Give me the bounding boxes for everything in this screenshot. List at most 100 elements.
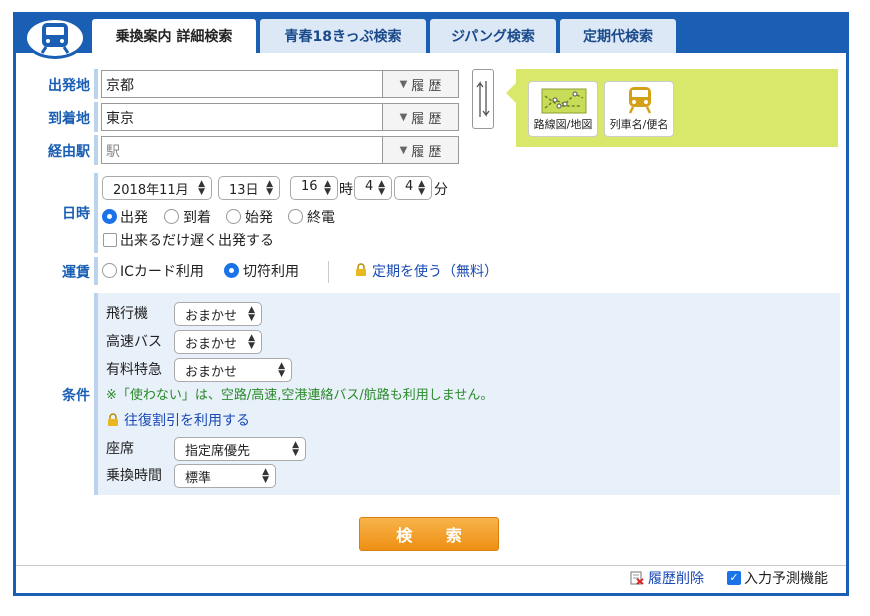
arrival-label: 到着 (183, 210, 211, 226)
ticket-radio[interactable] (224, 263, 239, 278)
late-departure-checkbox[interactable] (103, 233, 117, 247)
dropdown-triangle-icon: ▼ (399, 144, 408, 156)
via-label: 経由駅 (48, 144, 90, 160)
departure-radio[interactable] (102, 209, 117, 224)
minute-unit: 分 (434, 182, 448, 198)
to-station-input[interactable]: 東京 (101, 103, 383, 131)
history-label: 履 歴 (411, 111, 442, 127)
select-arrows-icon: ▲ ▼ (266, 179, 273, 197)
transfer-time-value: 標準 (185, 471, 212, 486)
datetime-label: 日時 (62, 206, 90, 222)
tab-seishun18-search[interactable]: 青春18きっぷ検索 (260, 19, 426, 53)
minute-ones-select[interactable]: 4 ▲ ▼ (394, 176, 432, 200)
to-bar (94, 102, 98, 132)
seat-value: 指定席優先 (185, 444, 251, 459)
first-train-radio[interactable] (226, 209, 241, 224)
limited-express-value: おまかせ (185, 365, 238, 380)
swap-arrows-icon (476, 81, 490, 117)
minute-ones-value: 4 (405, 179, 414, 194)
history-label: 履 歴 (411, 78, 442, 94)
conditions-label: 条件 (62, 388, 90, 404)
to-label: 到着地 (48, 111, 90, 127)
hour-select[interactable]: 16 ▲ ▼ (290, 176, 338, 200)
select-arrows-icon: ▲ ▼ (278, 361, 285, 379)
to-history-button[interactable]: ▼ 履 歴 (383, 103, 459, 131)
via-station-input[interactable]: 駅 (101, 136, 383, 164)
from-label: 出発地 (48, 78, 90, 94)
train-icon (628, 87, 652, 114)
swap-stations-button[interactable] (472, 69, 494, 129)
day-select[interactable]: 13日 ▲ ▼ (218, 176, 280, 200)
delete-history-icon (630, 571, 644, 585)
fare-separator (328, 261, 329, 283)
tab-bar: 乗換案内 詳細検索 青春18きっぷ検索 ジパング検索 定期代検索 (16, 15, 846, 59)
dropdown-triangle-icon: ▼ (399, 111, 408, 123)
airplane-value: おまかせ (185, 309, 238, 324)
route-map-button[interactable]: 路線図/地図 (528, 81, 598, 137)
hour-value: 16 (301, 179, 318, 194)
highway-bus-value: おまかせ (185, 337, 238, 352)
select-arrows-icon: ▲ ▼ (378, 179, 385, 197)
search-panel: 乗換案内 詳細検索 青春18きっぷ検索 ジパング検索 定期代検索 出発地 京都 … (13, 12, 849, 596)
limited-express-select[interactable]: おまかせ ▲ ▼ (174, 358, 292, 382)
highway-bus-select[interactable]: おまかせ ▲ ▼ (174, 330, 262, 354)
dropdown-triangle-icon: ▼ (399, 78, 408, 90)
day-value: 13日 (229, 183, 259, 198)
roundtrip-discount-link[interactable]: 往復割引を利用する (124, 410, 250, 430)
predictive-input-checkbox[interactable]: ✓ (727, 571, 741, 585)
last-train-radio[interactable] (288, 209, 303, 224)
limited-express-label: 有料特急 (106, 362, 162, 378)
select-arrows-icon: ▲ ▼ (418, 179, 425, 197)
year-month-select[interactable]: 2018年11月 ▲ ▼ (102, 176, 212, 200)
from-bar (94, 69, 98, 99)
airplane-label: 飛行機 (106, 306, 148, 322)
departure-label: 出発 (120, 210, 148, 226)
train-name-button[interactable]: 列車名/便名 (604, 81, 674, 137)
conditions-bar (94, 293, 98, 495)
select-arrows-icon: ▲ ▼ (324, 179, 331, 197)
train-logo-icon (24, 17, 86, 59)
select-arrows-icon: ▲ ▼ (262, 467, 269, 485)
usage-notice: ※「使わない」は、空路/高速,空港連絡バス/航路も利用しません。 (106, 388, 494, 403)
from-station-input[interactable]: 京都 (101, 70, 383, 98)
from-history-button[interactable]: ▼ 履 歴 (383, 70, 459, 98)
late-departure-label: 出来るだけ遅く出発する (120, 233, 274, 249)
fare-bar (94, 257, 98, 285)
last-train-label: 終電 (307, 210, 335, 226)
transfer-time-select[interactable]: 標準 ▲ ▼ (174, 464, 276, 488)
via-history-button[interactable]: ▼ 履 歴 (383, 136, 459, 164)
ic-card-label: ICカード利用 (120, 264, 204, 280)
hour-unit: 時 (339, 182, 353, 198)
tab-commuter-pass-search[interactable]: 定期代検索 (560, 19, 676, 53)
fare-label: 運賃 (62, 265, 90, 281)
highway-bus-label: 高速バス (106, 334, 162, 350)
tools-panel: 路線図/地図 列車名/便名 (506, 69, 838, 147)
ticket-label: 切符利用 (243, 264, 299, 280)
seat-label: 座席 (106, 441, 134, 457)
via-bar (94, 135, 98, 165)
arrival-radio[interactable] (164, 209, 179, 224)
history-label: 履 歴 (411, 144, 442, 160)
tab-detailed-search[interactable]: 乗換案内 詳細検索 (92, 19, 256, 53)
lock-icon (108, 413, 118, 426)
footer-divider (16, 565, 846, 566)
route-map-label: 路線図/地図 (533, 118, 593, 131)
first-train-label: 始発 (245, 210, 273, 226)
train-name-label: 列車名/便名 (609, 118, 669, 131)
year-month-value: 2018年11月 (113, 183, 189, 198)
select-arrows-icon: ▲ ▼ (292, 440, 299, 458)
ic-card-radio[interactable] (102, 263, 117, 278)
seat-select[interactable]: 指定席優先 ▲ ▼ (174, 437, 306, 461)
commuter-pass-link[interactable]: 定期を使う（無料） (372, 261, 498, 281)
tools-panel-pointer (506, 83, 516, 103)
select-arrows-icon: ▲ ▼ (198, 179, 205, 197)
route-map-icon (541, 88, 587, 114)
tab-zipangu-search[interactable]: ジパング検索 (430, 19, 556, 53)
select-arrows-icon: ▲ ▼ (248, 333, 255, 351)
select-arrows-icon: ▲ ▼ (248, 305, 255, 323)
search-button[interactable]: 検 索 (359, 517, 499, 551)
clear-history-link[interactable]: 履歴削除 (648, 568, 704, 588)
minute-tens-select[interactable]: 4 ▲ ▼ (354, 176, 392, 200)
airplane-select[interactable]: おまかせ ▲ ▼ (174, 302, 262, 326)
lock-icon (356, 263, 366, 276)
